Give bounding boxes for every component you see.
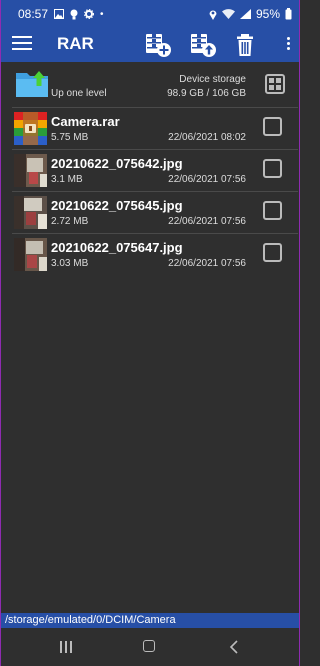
bulb-icon	[70, 9, 78, 19]
file-name: 20210622_075645.jpg	[51, 198, 183, 213]
add-to-archive-icon[interactable]	[144, 31, 172, 59]
wifi-icon	[221, 9, 235, 19]
image-thumbnail	[14, 154, 47, 187]
menu-icon[interactable]	[12, 36, 32, 54]
up-one-level-row[interactable]: Up one level Device storage 98.9 GB / 10…	[0, 62, 300, 106]
select-checkbox[interactable]	[263, 201, 282, 220]
current-path: /storage/emulated/0/DCIM/Camera	[0, 613, 300, 628]
up-folder-icon[interactable]	[15, 68, 49, 98]
file-size: 5.75 MB	[51, 132, 89, 143]
gallery-icon	[54, 9, 65, 19]
system-navigation-bar	[0, 628, 300, 666]
app-title: RAR	[57, 34, 94, 53]
status-notification-icons: •	[54, 9, 104, 20]
select-checkbox[interactable]	[263, 243, 282, 262]
select-checkbox[interactable]	[263, 159, 282, 178]
rar-archive-icon	[14, 112, 47, 145]
image-thumbnail	[14, 196, 47, 229]
home-icon[interactable]	[143, 640, 155, 652]
back-icon[interactable]	[228, 640, 240, 654]
settings-icon	[84, 9, 95, 19]
battery-icon	[285, 8, 292, 20]
file-row[interactable]: Camera.rar 5.75 MB 22/06/2021 08:02	[12, 107, 298, 149]
file-name: 20210622_075647.jpg	[51, 240, 183, 255]
extract-from-archive-icon[interactable]	[189, 31, 217, 59]
file-date: 22/06/2021 07:56	[168, 258, 246, 269]
file-size: 3.03 MB	[51, 258, 89, 269]
file-row[interactable]: 20210622_075642.jpg 3.1 MB 22/06/2021 07…	[12, 149, 298, 191]
storage-size: 98.9 GB / 106 GB	[167, 88, 246, 99]
file-size: 2.72 MB	[51, 216, 89, 227]
file-size: 3.1 MB	[51, 174, 83, 185]
location-icon	[209, 10, 217, 20]
file-row[interactable]: 20210622_075645.jpg 2.72 MB 22/06/2021 0…	[12, 191, 298, 233]
file-date: 22/06/2021 07:56	[168, 216, 246, 227]
app-toolbar: RAR	[0, 28, 300, 62]
grid-view-icon[interactable]	[265, 74, 285, 94]
delete-icon[interactable]	[233, 31, 261, 59]
more-options-icon[interactable]	[284, 35, 292, 55]
up-one-level-label: Up one level	[51, 88, 107, 99]
dot-icon: •	[100, 8, 104, 20]
image-thumbnail	[14, 238, 47, 271]
file-row[interactable]: 20210622_075647.jpg 3.03 MB 22/06/2021 0…	[12, 233, 298, 275]
recents-icon[interactable]	[60, 641, 72, 653]
file-name: Camera.rar	[51, 114, 120, 129]
file-date: 22/06/2021 08:02	[168, 132, 246, 143]
battery-percent: 95%	[255, 7, 280, 21]
select-checkbox[interactable]	[263, 117, 282, 136]
storage-label: Device storage	[179, 74, 246, 85]
status-system-icons: 95%	[209, 7, 292, 21]
signal-icon	[239, 9, 251, 19]
status-time: 08:57	[18, 7, 49, 21]
file-date: 22/06/2021 07:56	[168, 174, 246, 185]
status-bar: 08:57 • 95%	[0, 0, 300, 28]
file-name: 20210622_075642.jpg	[51, 156, 183, 171]
